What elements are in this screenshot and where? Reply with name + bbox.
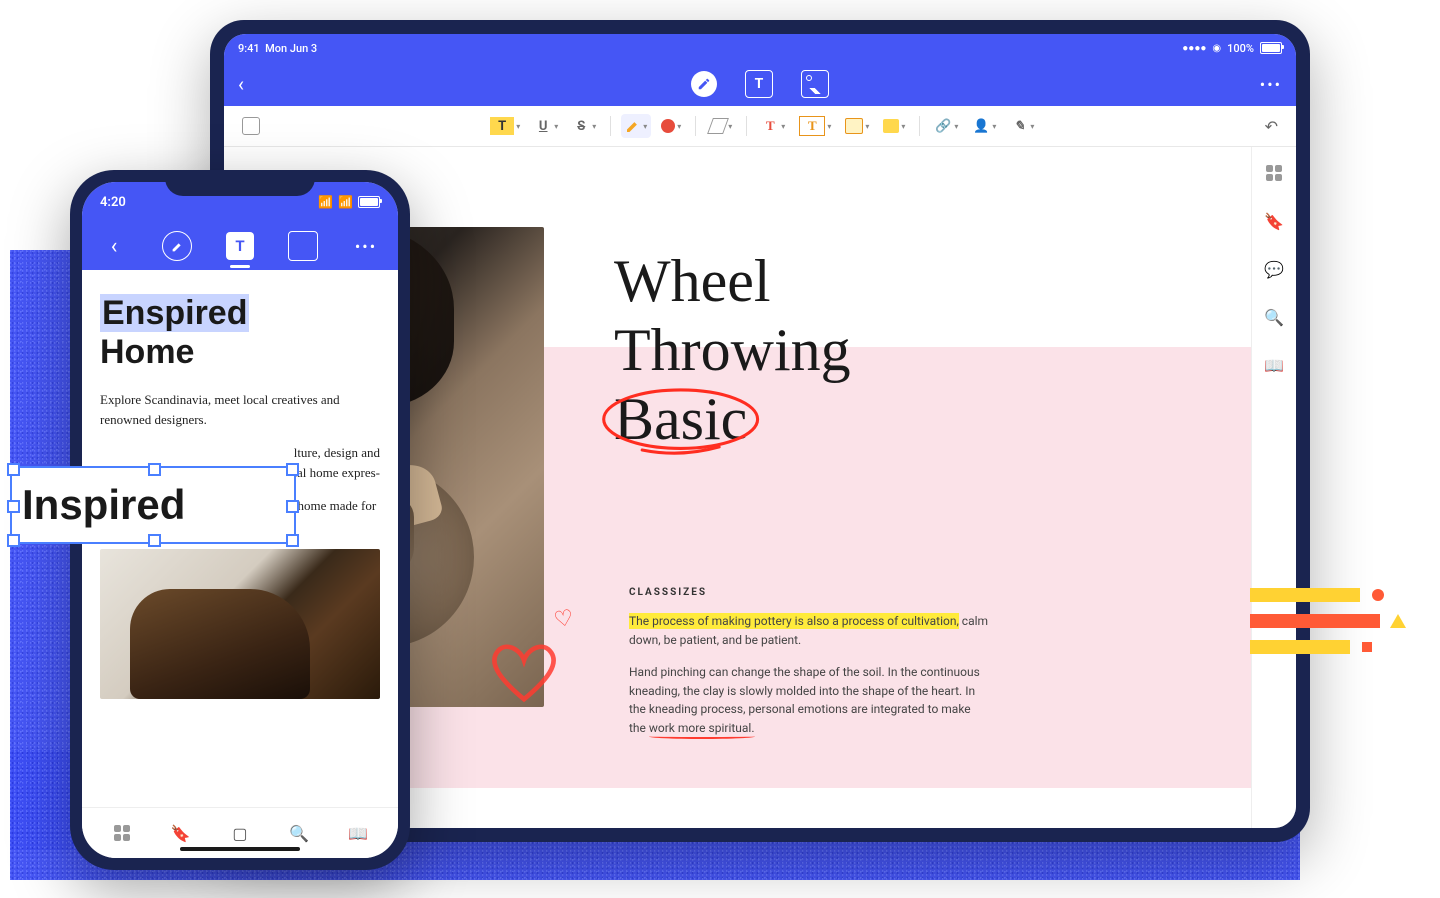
document-body: CLASSSIZES The process of making pottery… xyxy=(629,587,989,752)
phone-document-title: Enspired Home xyxy=(100,294,380,372)
signal-icon: ●●●● xyxy=(1182,43,1206,54)
annotation-toolbar: T▾ U▾ S▾ ▾ ▾ ▾ T▾ T▾ ▾ ▾ 🔗▾ 👤▾ ✎▾ ↶ xyxy=(224,106,1296,147)
paragraph-1: The process of making pottery is also a … xyxy=(629,612,989,649)
selected-title-text: Enspired xyxy=(100,294,249,332)
thumbnails-icon[interactable] xyxy=(112,823,132,843)
text-box-tool[interactable]: T▾ xyxy=(795,112,835,140)
search-icon[interactable]: 🔍 xyxy=(1264,307,1284,327)
tablet-right-sidebar: 🔖 💬 🔍 📖 xyxy=(1251,147,1296,828)
battery-percent: 100% xyxy=(1227,42,1254,55)
highlighted-text: The process of making pottery is also a … xyxy=(629,613,959,629)
image-mode-icon[interactable] xyxy=(288,231,318,261)
resize-handle-bottom-left[interactable] xyxy=(7,534,20,547)
bookmark-icon[interactable]: 🔖 xyxy=(1264,211,1284,231)
phone-time: 4:20 xyxy=(100,195,126,210)
search-icon[interactable]: 🔍 xyxy=(289,823,309,843)
stamp-tool[interactable]: 👤▾ xyxy=(968,113,1000,139)
heart-annotation-icon xyxy=(484,637,564,707)
underline-tool[interactable]: U▾ xyxy=(530,113,562,139)
more-menu-button[interactable]: ••• xyxy=(352,232,380,260)
image-mode-icon[interactable] xyxy=(801,70,829,98)
thumbnails-icon[interactable] xyxy=(1264,163,1284,183)
battery-icon xyxy=(1260,42,1282,54)
sticky-note-tool[interactable]: ▾ xyxy=(841,114,873,138)
tablet-status-bar: 9:41 Mon Jun 3 ●●●● ◉ 100% xyxy=(224,34,1296,62)
comments-icon[interactable]: ▢ xyxy=(230,823,250,843)
annotate-mode-icon[interactable] xyxy=(162,231,192,261)
undo-button[interactable]: ↶ xyxy=(1261,113,1282,140)
link-tool[interactable]: 🔗▾ xyxy=(930,113,962,139)
bookmark-icon[interactable]: 🔖 xyxy=(171,823,191,843)
resize-handle-top-left[interactable] xyxy=(7,463,20,476)
home-indicator[interactable] xyxy=(180,847,300,851)
more-menu-button[interactable]: ••• xyxy=(1260,75,1282,94)
text-mode-icon[interactable]: T xyxy=(226,232,254,260)
eraser-tool[interactable]: ▾ xyxy=(706,114,736,138)
text-mode-icon[interactable]: T xyxy=(745,70,773,98)
red-underlined-text: work more spiritual. xyxy=(649,721,755,735)
back-button[interactable]: ‹ xyxy=(238,72,244,96)
reader-icon[interactable]: 📖 xyxy=(348,823,368,843)
annotate-mode-icon[interactable] xyxy=(691,71,717,97)
resize-handle-bottom-mid[interactable] xyxy=(148,534,161,547)
resize-handle-top-mid[interactable] xyxy=(148,463,161,476)
status-time-date: 9:41 Mon Jun 3 xyxy=(238,42,317,55)
resize-handle-mid-right[interactable] xyxy=(286,500,299,513)
circled-word: Basic xyxy=(614,385,747,454)
decorative-stripes xyxy=(1250,588,1400,666)
signature-tool[interactable]: ✎▾ xyxy=(1006,113,1038,139)
document-title: Wheel Throwing Basic xyxy=(614,247,851,454)
wifi-icon: 📶 xyxy=(338,195,353,209)
editing-text[interactable]: Inspired xyxy=(22,481,185,529)
phone-top-nav: ‹ T ••• xyxy=(82,222,398,270)
paragraph-2: Hand pinching can change the shape of th… xyxy=(629,663,989,737)
phone-paragraph-1: Explore Scandinavia, meet local creative… xyxy=(100,390,380,429)
tablet-top-nav: ‹ T ••• xyxy=(224,62,1296,106)
strikethrough-tool[interactable]: S▾ xyxy=(568,113,600,139)
signal-icon: 📶 xyxy=(318,195,333,209)
resize-handle-top-right[interactable] xyxy=(286,463,299,476)
battery-icon xyxy=(358,196,380,208)
reader-icon[interactable]: 📖 xyxy=(1264,355,1284,375)
pen-color-red[interactable]: ▾ xyxy=(657,115,685,137)
highlight-text-tool[interactable]: T▾ xyxy=(486,113,524,139)
resize-handle-bottom-right[interactable] xyxy=(286,534,299,547)
wifi-icon: ◉ xyxy=(1212,43,1221,54)
small-heart-annotation-icon: ♡ xyxy=(552,605,576,633)
phone-notch xyxy=(165,170,315,196)
section-label: CLASSSIZES xyxy=(629,587,989,598)
back-button[interactable]: ‹ xyxy=(100,232,128,260)
pen-tool[interactable]: ▾ xyxy=(621,114,651,138)
floating-text-edit-box[interactable]: Inspired xyxy=(10,466,296,544)
comments-icon[interactable]: 💬 xyxy=(1264,259,1284,279)
resize-handle-mid-left[interactable] xyxy=(7,500,20,513)
select-tool[interactable] xyxy=(238,113,264,139)
sticky-note-fill-tool[interactable]: ▾ xyxy=(879,115,909,137)
text-annotation-tool[interactable]: T▾ xyxy=(757,113,789,139)
chair-photo xyxy=(100,549,380,699)
